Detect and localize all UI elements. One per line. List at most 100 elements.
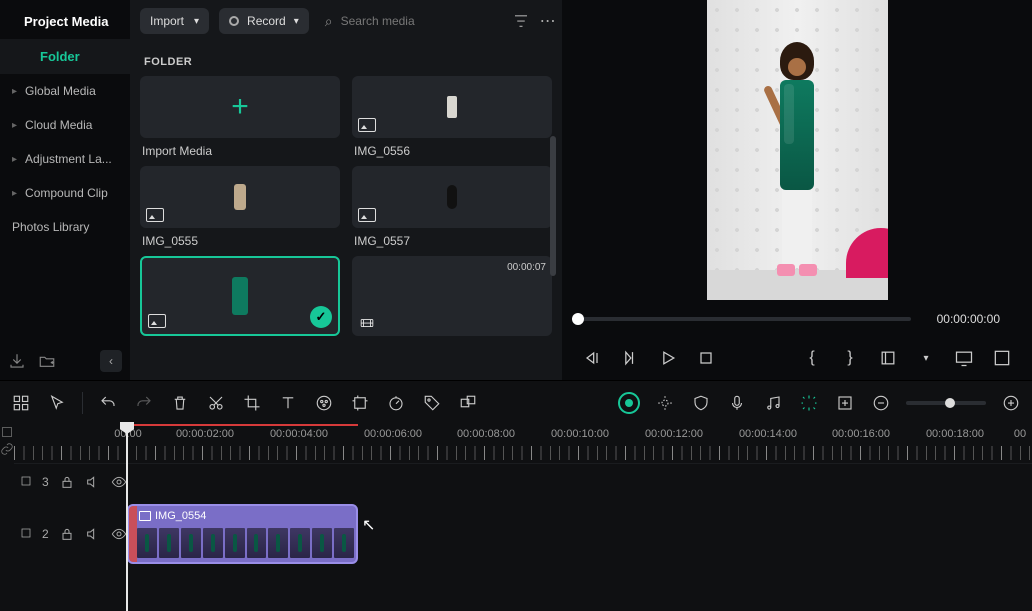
magic-cut-icon[interactable] bbox=[798, 392, 820, 414]
media-item-video[interactable]: 00:00:07 bbox=[352, 256, 552, 336]
zoom-in-icon[interactable] bbox=[1000, 392, 1022, 414]
cut-icon[interactable] bbox=[205, 392, 227, 414]
prev-frame-icon[interactable] bbox=[582, 348, 602, 368]
media-item-selected[interactable]: ✓ bbox=[140, 256, 340, 336]
ruler-label: 00:00:16:00 bbox=[832, 428, 890, 440]
lock-icon[interactable] bbox=[59, 526, 75, 542]
add-marker-icon[interactable] bbox=[834, 392, 856, 414]
folder-heading: FOLDER bbox=[130, 42, 562, 76]
text-icon[interactable] bbox=[277, 392, 299, 414]
group-icon[interactable] bbox=[457, 392, 479, 414]
brace-open-icon[interactable]: { bbox=[802, 348, 822, 368]
timeline-area: 00:0000:00:02:0000:00:04:0000:00:06:0000… bbox=[0, 424, 1032, 611]
mute-icon[interactable] bbox=[85, 474, 101, 490]
import-button[interactable]: Import▾ bbox=[140, 8, 209, 34]
undo-icon[interactable] bbox=[97, 392, 119, 414]
brace-close-icon[interactable]: } bbox=[840, 348, 860, 368]
image-icon bbox=[358, 118, 376, 132]
zoom-out-icon[interactable] bbox=[870, 392, 892, 414]
ruler-label: 00:00:02:00 bbox=[176, 428, 234, 440]
sidebar-item-photos-library[interactable]: Photos Library bbox=[0, 210, 130, 244]
enhance-icon[interactable] bbox=[654, 392, 676, 414]
media-label: IMG_0557 bbox=[352, 234, 552, 248]
more-icon[interactable]: ⋯ bbox=[540, 11, 556, 31]
media-label: IMG_0555 bbox=[140, 234, 340, 248]
ai-icon[interactable] bbox=[618, 392, 640, 414]
project-media-title: Project Media bbox=[0, 0, 130, 39]
image-icon bbox=[358, 208, 376, 222]
search-wrap: ⌕ bbox=[319, 9, 502, 34]
track-row-3: 3 bbox=[14, 464, 1032, 500]
link-icon[interactable] bbox=[0, 442, 14, 456]
chevron-down-icon[interactable]: ▾ bbox=[916, 348, 936, 368]
export-icon[interactable] bbox=[8, 352, 26, 370]
sidebar-item-global-media[interactable]: ▸Global Media bbox=[0, 74, 130, 108]
ruler-label: 00 bbox=[1014, 428, 1026, 440]
transform-icon[interactable] bbox=[349, 392, 371, 414]
stop-icon[interactable] bbox=[696, 348, 716, 368]
ruler-label: 00:00:06:00 bbox=[364, 428, 422, 440]
play-icon[interactable] bbox=[658, 348, 678, 368]
zoom-slider[interactable] bbox=[906, 401, 986, 405]
expand-icon[interactable] bbox=[992, 348, 1012, 368]
sidebar-item-label: Cloud Media bbox=[25, 118, 92, 132]
sidebar-item-compound-clip[interactable]: ▸Compound Clip bbox=[0, 176, 130, 210]
speed-icon[interactable] bbox=[385, 392, 407, 414]
sidebar-item-label: Adjustment La... bbox=[25, 152, 112, 166]
visibility-icon[interactable] bbox=[111, 526, 127, 542]
timeline-clip[interactable]: IMG_0554 bbox=[127, 504, 358, 564]
filter-icon[interactable] bbox=[512, 12, 530, 30]
seek-head[interactable] bbox=[572, 313, 584, 325]
media-item-img-0556[interactable]: IMG_0556 bbox=[352, 76, 552, 158]
timeline-options-icon[interactable] bbox=[0, 426, 14, 438]
media-label: Import Media bbox=[140, 144, 340, 158]
check-icon: ✓ bbox=[310, 306, 332, 328]
mic-icon[interactable] bbox=[726, 392, 748, 414]
ruler-label: 00:00:18:00 bbox=[926, 428, 984, 440]
search-icon: ⌕ bbox=[325, 13, 333, 30]
display-icon[interactable] bbox=[954, 348, 974, 368]
playhead[interactable] bbox=[126, 424, 128, 611]
mute-icon[interactable] bbox=[85, 526, 101, 542]
new-folder-icon[interactable] bbox=[38, 352, 56, 370]
media-scrollbar[interactable] bbox=[550, 136, 556, 276]
crop-ratio-icon[interactable] bbox=[878, 348, 898, 368]
media-item-img-0557[interactable]: IMG_0557 bbox=[352, 166, 552, 248]
collapse-sidebar-button[interactable]: ‹ bbox=[100, 350, 122, 372]
play-pause-icon[interactable] bbox=[620, 348, 640, 368]
timecode: 00:00:00:00 bbox=[937, 312, 1000, 326]
lock-icon[interactable] bbox=[59, 474, 75, 490]
media-toolbar: Import▾ Record▾ ⌕ ⋯ bbox=[130, 0, 562, 42]
music-icon[interactable] bbox=[762, 392, 784, 414]
media-item-img-0555[interactable]: IMG_0555 bbox=[140, 166, 340, 248]
record-button[interactable]: Record▾ bbox=[219, 8, 309, 34]
sidebar: Project Media Folder ▸Global Media ▸ Clou… bbox=[0, 0, 130, 380]
sidebar-folder[interactable]: Folder bbox=[0, 39, 130, 74]
track-type-icon bbox=[20, 475, 32, 490]
crop-icon[interactable] bbox=[241, 392, 263, 414]
shield-icon[interactable] bbox=[690, 392, 712, 414]
seek-bar[interactable] bbox=[578, 317, 911, 321]
sidebar-item-cloud-media[interactable]: ▸ Cloud Media bbox=[0, 108, 130, 142]
record-icon bbox=[229, 16, 239, 26]
tag-icon[interactable] bbox=[421, 392, 443, 414]
image-icon bbox=[148, 314, 166, 328]
delete-icon[interactable] bbox=[169, 392, 191, 414]
timeline-ruler[interactable]: 00:0000:00:02:0000:00:04:0000:00:06:0000… bbox=[14, 424, 1032, 464]
import-media-tile[interactable]: + Import Media bbox=[140, 76, 340, 158]
search-input[interactable] bbox=[341, 14, 496, 28]
chevron-down-icon: ▾ bbox=[294, 16, 299, 27]
grid-icon[interactable] bbox=[10, 392, 32, 414]
sidebar-item-label: Global Media bbox=[25, 84, 96, 98]
preview-panel: 00:00:00:00 { } ▾ bbox=[562, 0, 1032, 380]
sidebar-item-adjustment-layer[interactable]: ▸Adjustment La... bbox=[0, 142, 130, 176]
sidebar-item-label: Compound Clip bbox=[25, 186, 108, 200]
redo-icon[interactable] bbox=[133, 392, 155, 414]
timeline-toolbar bbox=[0, 380, 1032, 424]
selection-tool-icon[interactable] bbox=[46, 392, 68, 414]
zoom-handle[interactable] bbox=[945, 398, 955, 408]
ruler-label: 00:00:12:00 bbox=[645, 428, 703, 440]
visibility-icon[interactable] bbox=[111, 474, 127, 490]
color-icon[interactable] bbox=[313, 392, 335, 414]
chevron-right-icon: ▸ bbox=[12, 120, 17, 131]
